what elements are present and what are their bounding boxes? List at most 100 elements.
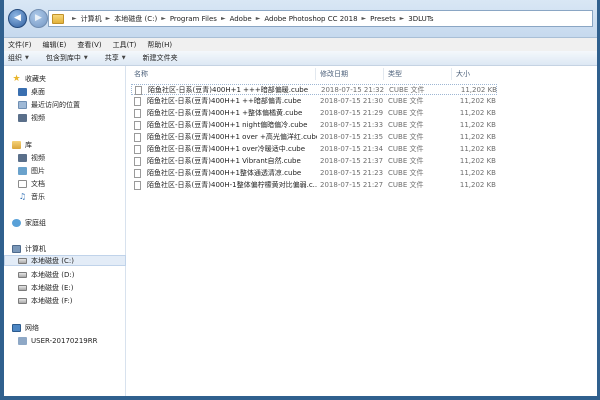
file-date: 2018-07-15 21:27: [320, 181, 384, 189]
nav-recent-places[interactable]: 最近访问的位置: [18, 99, 140, 110]
column-divider[interactable]: [451, 68, 452, 80]
nav-documents[interactable]: 文档: [18, 178, 140, 189]
file-row[interactable]: 陌鱼社区-日系(豆青)400H+1 ++暗部偏青.cube 2018-07-15 …: [131, 96, 497, 107]
file-name: 陌鱼社区-日系(豆青)400H-1整体偏柠檬黄对比偏弱.c...: [147, 181, 317, 189]
column-divider[interactable]: [315, 68, 316, 80]
breadcrumb-photoshop[interactable]: Adobe Photoshop CC 2018: [264, 15, 357, 23]
nav-label: 本地磁盘 (C:): [31, 256, 74, 265]
file-size: 11,202 KB: [459, 169, 496, 177]
share-button[interactable]: 共享 ▼: [105, 53, 126, 63]
breadcrumb-computer[interactable]: 计算机: [81, 14, 102, 24]
breadcrumb-3dluts[interactable]: 3DLUTs: [408, 15, 433, 23]
nav-network[interactable]: 网络: [12, 322, 134, 333]
nav-label: 桌面: [31, 87, 45, 96]
file-list-pane: 名称 修改日期 类型 大小 陌鱼社区-日系(豆青)400H+1 +++暗部偏暖.…: [127, 66, 597, 396]
nav-drive-c[interactable]: 本地磁盘 (C:): [4, 255, 126, 266]
file-row[interactable]: 陌鱼社区-日系(豆青)400H+1 over +高光偏洋红.cube 2018-0…: [131, 132, 497, 143]
file-row[interactable]: 陌鱼社区-日系(豆青)400H+1 +整体偏橘黄.cube 2018-07-15 …: [131, 108, 497, 119]
explorer-window: ◀ ▶ ► 计算机 ► 本地磁盘 (C:) ► Program Files ► …: [0, 0, 600, 400]
file-size: 11,202 KB: [459, 181, 496, 189]
nav-label: 视频: [31, 153, 45, 162]
file-icon: [134, 145, 141, 154]
nav-desktop[interactable]: 桌面: [18, 86, 140, 97]
forward-button[interactable]: ▶: [29, 9, 48, 28]
file-date: 2018-07-15 21:35: [320, 133, 384, 141]
nav-drive-f[interactable]: 本地磁盘 (F:): [18, 295, 140, 306]
menu-file[interactable]: 文件(F): [8, 40, 32, 50]
file-size: 11,202 KB: [459, 145, 496, 153]
dropdown-arrow-icon: ▼: [83, 55, 88, 61]
include-in-library-button[interactable]: 包含到库中 ▼: [46, 53, 88, 63]
nav-drive-d[interactable]: 本地磁盘 (D:): [18, 269, 140, 280]
file-size: 11,202 KB: [459, 157, 496, 165]
file-size: 11,202 KB: [459, 133, 496, 141]
file-icon: [134, 109, 141, 118]
address-bar[interactable]: ► 计算机 ► 本地磁盘 (C:) ► Program Files ► Adob…: [48, 10, 593, 27]
menu-view[interactable]: 查看(V): [77, 40, 101, 50]
menu-edit[interactable]: 编辑(E): [43, 40, 67, 50]
share-label: 共享: [104, 54, 119, 62]
chevron-right-icon: ►: [72, 15, 77, 22]
breadcrumb-drive-c[interactable]: 本地磁盘 (C:): [114, 14, 157, 24]
breadcrumb-program-files[interactable]: Program Files: [170, 15, 217, 23]
file-size: 11,202 KB: [460, 86, 497, 94]
nav-computer[interactable]: 计算机: [12, 243, 134, 254]
back-button[interactable]: ◀: [8, 9, 27, 28]
file-size: 11,202 KB: [459, 121, 496, 129]
network-computer-icon: [18, 336, 27, 345]
file-row[interactable]: 陌鱼社区-日系(豆青)400H+1 +++暗部偏暖.cube 2018-07-15…: [131, 84, 497, 95]
nav-music[interactable]: ♫ 音乐: [18, 191, 140, 202]
library-icon: [12, 140, 21, 149]
nav-label: 视频: [31, 113, 45, 122]
breadcrumb-presets[interactable]: Presets: [370, 15, 395, 23]
organize-button[interactable]: 组织 ▼: [8, 53, 29, 63]
nav-favorites[interactable]: ★ 收藏夹: [12, 73, 134, 84]
documents-icon: [18, 179, 27, 188]
nav-pictures[interactable]: 图片: [18, 165, 140, 176]
nav-homegroup[interactable]: 家庭组: [12, 217, 134, 228]
file-icon: [134, 97, 141, 106]
nav-label: 计算机: [25, 244, 46, 253]
file-icon: [134, 181, 141, 190]
nav-label: 本地磁盘 (F:): [31, 296, 73, 305]
file-row[interactable]: 陌鱼社区-日系(豆青)400H+1整体通透清凉.cube 2018-07-15 2…: [131, 168, 497, 179]
column-header-size[interactable]: 大小: [456, 68, 470, 80]
nav-label: 图片: [31, 166, 45, 175]
file-date: 2018-07-15 21:30: [320, 97, 384, 105]
file-date: 2018-07-15 21:37: [320, 157, 384, 165]
navigation-pane: ★ 收藏夹 桌面 最近访问的位置 视频 库 视频 图片 文档 ♫ 音乐 家庭组 …: [4, 66, 126, 396]
nav-network-user[interactable]: USER-20170219RR: [18, 335, 140, 346]
nav-libraries[interactable]: 库: [12, 139, 134, 150]
column-divider[interactable]: [383, 68, 384, 80]
nav-videos[interactable]: 视频: [18, 152, 140, 163]
chevron-right-icon: ►: [161, 15, 166, 22]
file-icon: [134, 121, 141, 130]
menu-help[interactable]: 帮助(H): [147, 40, 172, 50]
nav-favorites-video[interactable]: 视频: [18, 112, 140, 123]
nav-label: 本地磁盘 (E:): [31, 283, 74, 292]
file-name: 陌鱼社区-日系(豆青)400H+1 ++暗部偏青.cube: [147, 97, 302, 105]
desktop-icon: [18, 87, 27, 96]
new-folder-button[interactable]: 新建文件夹: [143, 53, 178, 63]
address-row: ◀ ▶ ► 计算机 ► 本地磁盘 (C:) ► Program Files ► …: [4, 0, 597, 38]
file-date: 2018-07-15 21:33: [320, 121, 384, 129]
file-icon: [135, 86, 142, 95]
file-row[interactable]: 陌鱼社区-日系(豆青)400H+1 Vibrant自然.cube 2018-07-…: [131, 156, 497, 167]
chevron-right-icon: ►: [220, 15, 226, 22]
column-header-type[interactable]: 类型: [388, 68, 402, 80]
file-row[interactable]: 陌鱼社区-日系(豆青)400H+1 night偏暗偏冷.cube 2018-07-…: [131, 120, 497, 131]
dropdown-arrow-icon: ▼: [121, 55, 126, 61]
file-name: 陌鱼社区-日系(豆青)400H+1 over +高光偏洋红.cube: [147, 133, 317, 141]
file-row[interactable]: 陌鱼社区-日系(豆青)400H+1 over冷暖适中.cube 2018-07-1…: [131, 144, 497, 155]
menu-tools[interactable]: 工具(T): [113, 40, 137, 50]
nav-drive-e[interactable]: 本地磁盘 (E:): [18, 282, 140, 293]
nav-label: 库: [25, 140, 32, 149]
column-header-date[interactable]: 修改日期: [320, 68, 348, 80]
back-arrow-icon: ◀: [14, 13, 21, 23]
video-icon: [18, 113, 27, 122]
file-row[interactable]: 陌鱼社区-日系(豆青)400H-1整体偏柠檬黄对比偏弱.c... 2018-07-…: [131, 180, 497, 191]
breadcrumb-adobe[interactable]: Adobe: [230, 15, 252, 23]
column-header-name[interactable]: 名称: [134, 68, 148, 80]
file-date: 2018-07-15 21:23: [320, 169, 384, 177]
drive-icon: [18, 284, 27, 291]
